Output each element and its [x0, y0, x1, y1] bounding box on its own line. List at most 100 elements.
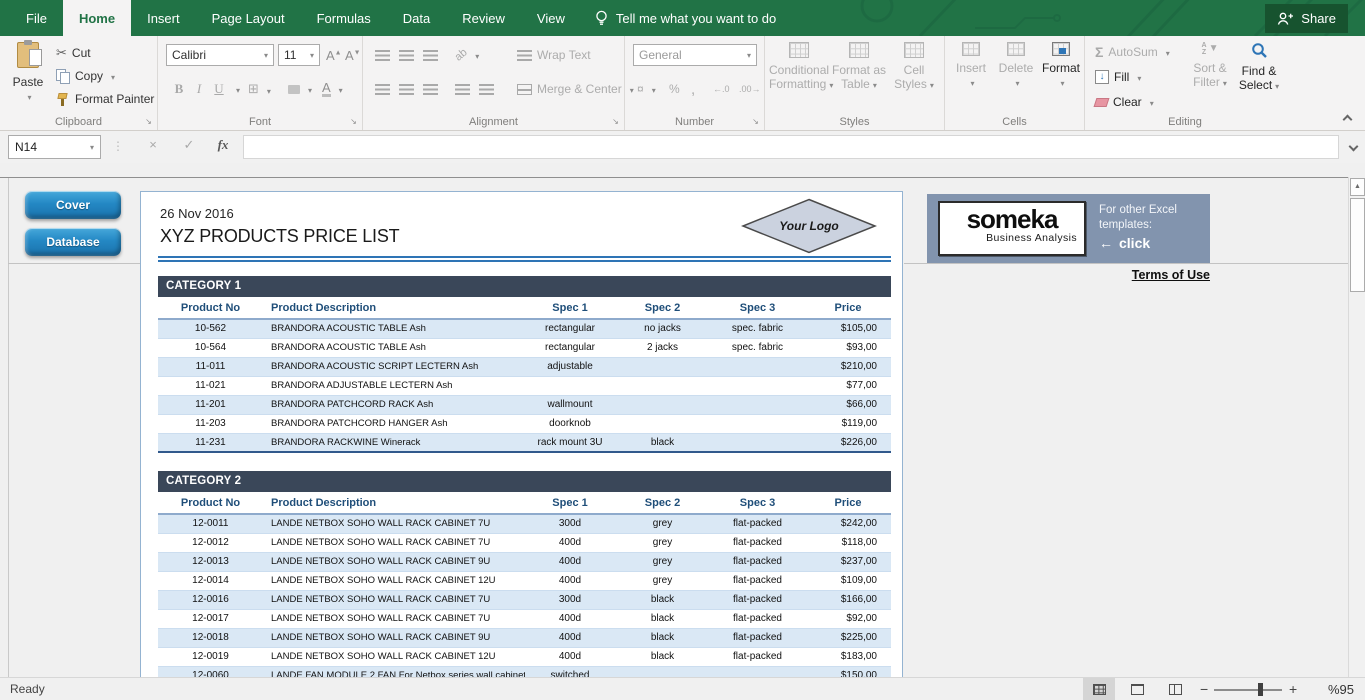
cell[interactable]: grey: [615, 553, 710, 571]
cell[interactable]: $237,00: [805, 553, 891, 571]
increase-indent-button[interactable]: [475, 78, 498, 100]
table-row[interactable]: 11-021BRANDORA ADJUSTABLE LECTERN Ash $77…: [158, 377, 891, 396]
cell[interactable]: 12-0018: [158, 629, 263, 647]
formula-bar-splitter[interactable]: ⋮: [112, 139, 124, 153]
find-select-button[interactable]: Find & Select: [1235, 42, 1283, 94]
format-as-table-button[interactable]: Format as Table: [831, 42, 887, 93]
cell[interactable]: 400d: [525, 572, 615, 590]
tell-me-box[interactable]: Tell me what you want to do: [581, 0, 790, 36]
database-nav-button[interactable]: Database: [25, 228, 121, 256]
fill-button[interactable]: ↓ Fill: [1091, 66, 1145, 88]
cell[interactable]: 400d: [525, 534, 615, 552]
cell[interactable]: $105,00: [805, 320, 891, 338]
table-row[interactable]: 11-203BRANDORA PATCHCORD HANGER Ashdoork…: [158, 415, 891, 434]
cell[interactable]: flat-packed: [710, 515, 805, 533]
cell[interactable]: $66,00: [805, 396, 891, 414]
cell[interactable]: $109,00: [805, 572, 891, 590]
table-row[interactable]: 11-231BRANDORA RACKWINE Winerackrack mou…: [158, 434, 891, 453]
cell[interactable]: doorknob: [525, 415, 615, 433]
cell[interactable]: BRANDORA ADJUSTABLE LECTERN Ash: [263, 377, 525, 395]
font-size-combo[interactable]: 11: [278, 44, 320, 66]
align-right-button[interactable]: [419, 78, 442, 100]
format-cells-button[interactable]: Format: [1039, 42, 1083, 91]
delete-cells-button[interactable]: Delete: [995, 42, 1037, 91]
scrollbar-thumb[interactable]: [1350, 198, 1365, 292]
cell[interactable]: $225,00: [805, 629, 891, 647]
zoom-in-button[interactable]: +: [1289, 681, 1297, 697]
cell[interactable]: LANDE NETBOX SOHO WALL RACK CABINET 7U: [263, 534, 525, 552]
zoom-slider-track[interactable]: [1214, 689, 1282, 691]
cell[interactable]: 12-0012: [158, 534, 263, 552]
cell[interactable]: [710, 415, 805, 433]
cell[interactable]: black: [615, 610, 710, 628]
cell[interactable]: [710, 434, 805, 451]
table-row[interactable]: 11-201BRANDORA PATCHCORD RACK Ashwallmou…: [158, 396, 891, 415]
cell[interactable]: LANDE NETBOX SOHO WALL RACK CABINET 12U: [263, 648, 525, 666]
zoom-out-button[interactable]: −: [1200, 681, 1208, 697]
cell[interactable]: [525, 377, 615, 395]
collapse-ribbon-chevron[interactable]: [1343, 115, 1353, 125]
cell[interactable]: black: [615, 629, 710, 647]
cell[interactable]: [615, 377, 710, 395]
comma-style-button[interactable]: ,: [687, 78, 699, 100]
align-left-button[interactable]: [371, 78, 394, 100]
page-title[interactable]: XYZ PRODUCTS PRICE LIST: [160, 226, 399, 247]
cell[interactable]: 11-021: [158, 377, 263, 395]
align-center-button[interactable]: [395, 78, 418, 100]
table-row[interactable]: 12-0019LANDE NETBOX SOHO WALL RACK CABIN…: [158, 648, 891, 667]
cell[interactable]: $150,00: [805, 667, 891, 677]
underline-button[interactable]: U: [206, 78, 244, 100]
fill-color-button[interactable]: [284, 78, 316, 100]
table-row[interactable]: 10-562BRANDORA ACOUSTIC TABLE Ashrectang…: [158, 320, 891, 339]
cell[interactable]: 12-0060: [158, 667, 263, 677]
decrease-indent-button[interactable]: [451, 78, 474, 100]
someka-promo-banner[interactable]: someka Business Analysis For other Excel…: [927, 194, 1210, 263]
cell[interactable]: LANDE NETBOX SOHO WALL RACK CABINET 12U: [263, 572, 525, 590]
cell[interactable]: 2 jacks: [615, 339, 710, 357]
cell[interactable]: 400d: [525, 629, 615, 647]
align-bottom-button[interactable]: [419, 44, 442, 66]
cell[interactable]: [710, 358, 805, 376]
font-family-combo[interactable]: Calibri: [166, 44, 274, 66]
clipboard-dialog-launcher[interactable]: [143, 115, 154, 126]
cell[interactable]: $92,00: [805, 610, 891, 628]
cell[interactable]: $77,00: [805, 377, 891, 395]
cell[interactable]: 300d: [525, 515, 615, 533]
cell[interactable]: 11-203: [158, 415, 263, 433]
number-dialog-launcher[interactable]: [750, 115, 761, 126]
table-row[interactable]: 12-0011LANDE NETBOX SOHO WALL RACK CABIN…: [158, 515, 891, 534]
orientation-button[interactable]: ab: [451, 44, 483, 66]
cell[interactable]: grey: [615, 572, 710, 590]
cell[interactable]: BRANDORA ACOUSTIC TABLE Ash: [263, 339, 525, 357]
conditional-formatting-button[interactable]: Conditional Formatting: [769, 42, 829, 93]
clear-button[interactable]: Clear: [1091, 91, 1158, 113]
page-layout-view-button[interactable]: [1121, 678, 1153, 700]
cell[interactable]: 11-011: [158, 358, 263, 376]
table-row[interactable]: 12-0018LANDE NETBOX SOHO WALL RACK CABIN…: [158, 629, 891, 648]
cell[interactable]: [710, 396, 805, 414]
table-row[interactable]: 12-0012LANDE NETBOX SOHO WALL RACK CABIN…: [158, 534, 891, 553]
font-color-button[interactable]: A: [318, 78, 347, 100]
borders-button[interactable]: ⊞: [244, 78, 275, 100]
terms-of-use-link[interactable]: Terms of Use: [927, 268, 1210, 282]
zoom-percentage[interactable]: %95: [1308, 682, 1354, 697]
cell[interactable]: $210,00: [805, 358, 891, 376]
alignment-dialog-launcher[interactable]: [610, 115, 621, 126]
table-row[interactable]: 12-0017LANDE NETBOX SOHO WALL RACK CABIN…: [158, 610, 891, 629]
cell[interactable]: flat-packed: [710, 648, 805, 666]
decrease-decimal-button[interactable]: .00→: [735, 78, 765, 100]
cell[interactable]: $226,00: [805, 434, 891, 451]
cell[interactable]: LANDE NETBOX SOHO WALL RACK CABINET 7U: [263, 515, 525, 533]
cell[interactable]: BRANDORA RACKWINE Winerack: [263, 434, 525, 451]
cell[interactable]: flat-packed: [710, 610, 805, 628]
cell[interactable]: rectangular: [525, 339, 615, 357]
align-middle-button[interactable]: [395, 44, 418, 66]
cell[interactable]: 12-0017: [158, 610, 263, 628]
expand-formula-bar-chevron[interactable]: [1349, 142, 1359, 152]
table-row[interactable]: 12-0016LANDE NETBOX SOHO WALL RACK CABIN…: [158, 591, 891, 610]
sort-filter-button[interactable]: AZ▼ Sort & Filter: [1187, 42, 1233, 91]
format-painter-button[interactable]: Format Painter: [52, 88, 158, 110]
cell-styles-button[interactable]: Cell Styles: [889, 42, 939, 93]
table-row[interactable]: 12-0014LANDE NETBOX SOHO WALL RACK CABIN…: [158, 572, 891, 591]
cell[interactable]: 12-0011: [158, 515, 263, 533]
